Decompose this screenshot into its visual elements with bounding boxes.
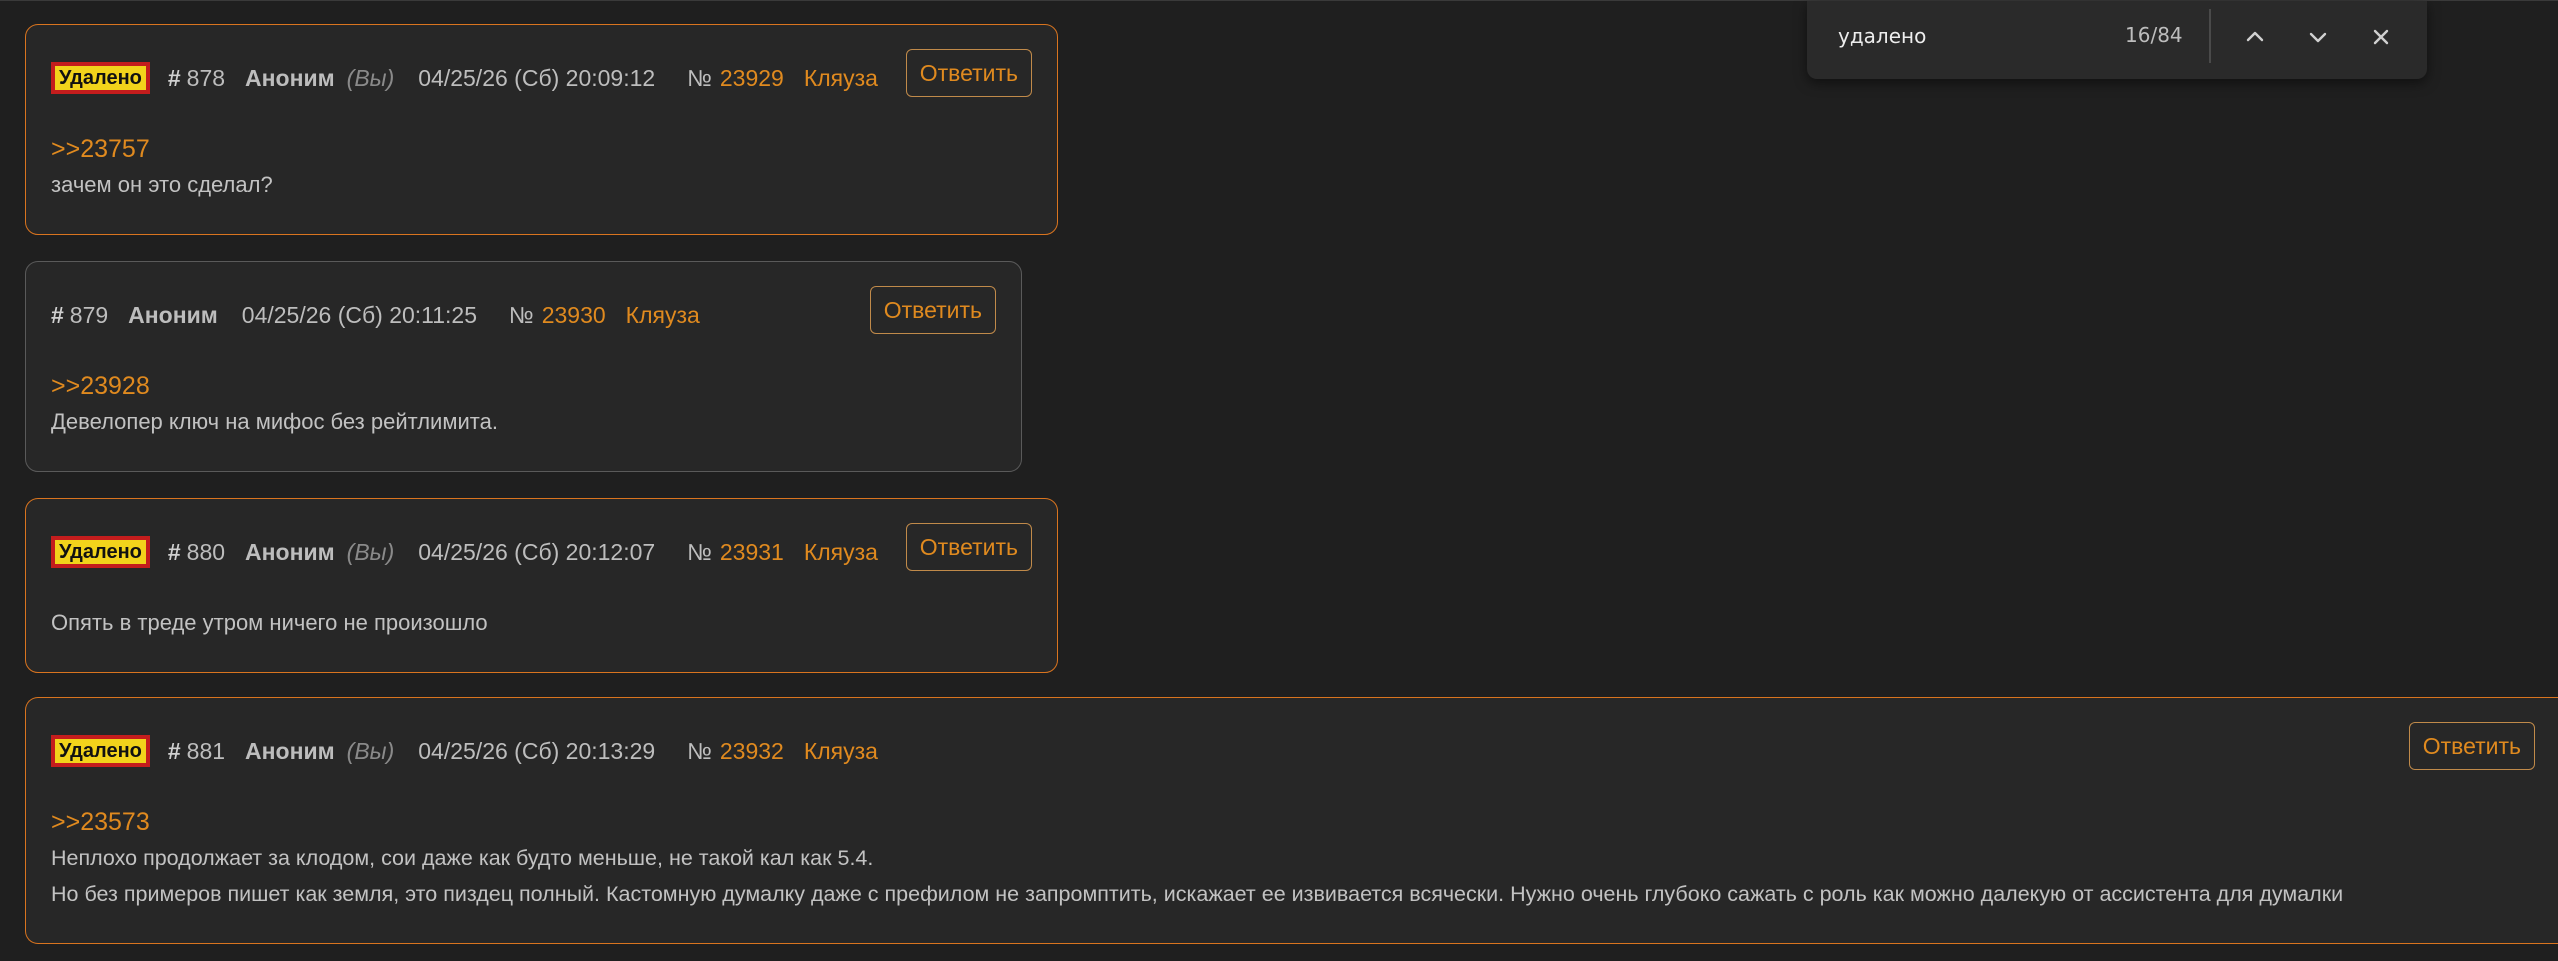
post: Удалено #880 Аноним (Вы) 04/25/26 (Сб) 2… [25,498,1058,673]
quote-link[interactable]: >>23573 [51,804,2343,840]
hash-label: # [167,538,181,565]
post-header: #879 Аноним 04/25/26 (Сб) 20:11:25 № 239… [51,295,700,335]
hash-label: # [167,737,181,764]
reply-button[interactable]: Ответить [869,286,996,334]
find-bar: 16/84 [1807,1,2427,79]
post-id-label: № [687,64,712,91]
deleted-badge: Удалено [51,735,150,767]
hash-label: # [51,301,64,328]
post-date: 04/25/26 (Сб) 20:11:25 [241,301,478,328]
post-id-label: № [687,538,712,565]
find-close-button[interactable] [2361,17,2401,57]
post-id-link[interactable]: 23930 [542,302,606,329]
post-header: Удалено #878 Аноним (Вы) 04/25/26 (Сб) 2… [51,58,878,98]
post-date: 04/25/26 (Сб) 20:12:07 [418,538,656,565]
find-match-count: 16/84 [2125,23,2183,47]
post-header: Удалено #881 Аноним (Вы) 04/25/26 (Сб) 2… [51,731,878,771]
find-next-button[interactable] [2298,17,2338,57]
find-previous-button[interactable] [2235,17,2275,57]
deleted-badge: Удалено [51,62,150,94]
close-icon [2373,29,2389,45]
post-number-value: 878 [186,64,226,91]
post-text: Неплохо продолжает за клодом, сои даже к… [51,846,874,870]
arrow-up-icon [2246,31,2264,42]
you-marker: (Вы) [346,737,395,764]
deleted-badge: Удалено [51,536,150,568]
post-text: Но без примеров пишет как земля, это пиз… [51,882,2344,906]
post: #879 Аноним 04/25/26 (Сб) 20:11:25 № 239… [25,261,1022,472]
post-text: Девелопер ключ на мифос без рейтлимита. [51,409,498,434]
post-id-label: № [509,301,534,328]
reply-button[interactable]: Ответить [905,523,1032,571]
arrow-down-icon [2309,32,2327,43]
post-id-link[interactable]: 23932 [720,738,784,765]
quote-link[interactable]: >>23757 [51,131,273,167]
post-text: Опять в треде утром ничего не произошло [51,610,488,635]
post-date: 04/25/26 (Сб) 20:13:29 [418,737,656,764]
post-body: >>23928 Девелопер ключ на мифос без рейт… [51,368,498,440]
post-id-link[interactable]: 23929 [720,65,784,92]
post-author: Аноним [128,301,218,328]
post-id-label: № [687,737,712,764]
complain-link[interactable]: Кляуза [626,302,700,329]
post-number-value: 881 [186,737,226,764]
post-author: Аноним [245,538,335,565]
quote-link[interactable]: >>23928 [51,368,498,404]
complain-link[interactable]: Кляуза [804,539,878,566]
post-header: Удалено #880 Аноним (Вы) 04/25/26 (Сб) 2… [51,532,878,572]
find-input[interactable] [1836,23,2090,49]
post-number: #880 [168,539,225,566]
post-number: #881 [168,738,225,765]
complain-link[interactable]: Кляуза [804,65,878,92]
you-marker: (Вы) [346,538,395,565]
reply-button[interactable]: Ответить [905,49,1032,97]
post-text: зачем он это сделал? [51,172,273,197]
post-number: #878 [168,65,225,92]
complain-link[interactable]: Кляуза [804,738,878,765]
post-author: Аноним [245,64,335,91]
post-date: 04/25/26 (Сб) 20:09:12 [418,64,656,91]
post-id-link[interactable]: 23931 [720,539,784,566]
post-number: #879 [51,302,108,329]
find-divider [2209,9,2211,63]
reply-button[interactable]: Ответить [2408,722,2535,770]
thread-page: Удалено #878 Аноним (Вы) 04/25/26 (Сб) 2… [0,0,2558,961]
you-marker: (Вы) [346,64,395,91]
post-author: Аноним [245,737,335,764]
post: Удалено #881 Аноним (Вы) 04/25/26 (Сб) 2… [25,697,2558,944]
post-number-value: 879 [69,301,109,328]
post-body: >>23757 зачем он это сделал? [51,131,273,203]
post: Удалено #878 Аноним (Вы) 04/25/26 (Сб) 2… [25,24,1058,235]
post-body: >>23573 Неплохо продолжает за клодом, со… [51,804,2343,912]
post-body: Опять в треде утром ничего не произошло [51,605,488,641]
hash-label: # [167,64,181,91]
post-number-value: 880 [186,538,226,565]
